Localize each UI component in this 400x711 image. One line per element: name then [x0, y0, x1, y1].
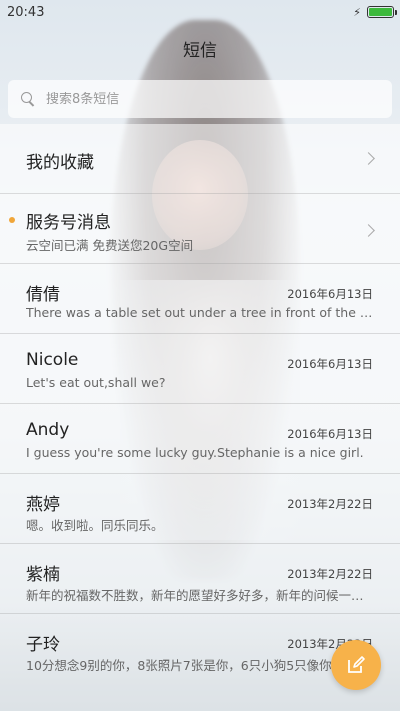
search-input[interactable]: [46, 91, 346, 107]
message-preview: I guess you're some lucky guy.Stephanie …: [26, 445, 364, 460]
contact-name: 倩倩: [26, 285, 60, 305]
list-item[interactable]: Andy 2016年6月13日 I guess you're some luck…: [0, 404, 400, 474]
message-date: 2016年6月13日: [287, 287, 373, 301]
favorites-item[interactable]: 我的收藏: [0, 124, 400, 194]
chevron-right-icon: [362, 152, 375, 165]
compose-button[interactable]: [331, 640, 381, 690]
list-item[interactable]: Nicole 2016年6月13日 Let's eat out,shall we…: [0, 334, 400, 404]
battery-icon: [367, 6, 397, 18]
contact-name: 燕婷: [26, 495, 60, 515]
contact-name: Nicole: [26, 350, 79, 370]
search-icon: [20, 91, 36, 107]
service-messages-preview: 云空间已满 免费送您20G空间: [26, 238, 194, 253]
status-bar: 20:43 ⚡: [0, 0, 400, 24]
unread-dot: [9, 217, 15, 223]
list-item[interactable]: 燕婷 2013年2月22日 嗯。收到啦。同乐同乐。: [0, 474, 400, 544]
favorites-label: 我的收藏: [26, 153, 94, 173]
service-messages-label: 服务号消息: [26, 213, 111, 233]
conversation-list: 我的收藏 服务号消息 云空间已满 免费送您20G空间 倩倩 2016年6月13日…: [0, 124, 400, 711]
contact-name: 子玲: [26, 635, 60, 655]
compose-icon: [346, 655, 366, 675]
battery-fill: [369, 8, 392, 16]
list-item[interactable]: 倩倩 2016年6月13日 There was a table set out …: [0, 264, 400, 334]
message-preview: There was a table set out under a tree i…: [26, 305, 374, 320]
search-bar[interactable]: [8, 80, 392, 118]
message-preview: Let's eat out,shall we?: [26, 375, 166, 390]
status-time: 20:43: [7, 4, 45, 20]
message-date: 2013年2月22日: [287, 497, 373, 511]
message-preview: 嗯。收到啦。同乐同乐。: [26, 518, 164, 533]
message-date: 2016年6月13日: [287, 357, 373, 371]
bolt-icon: ⚡: [353, 5, 361, 19]
contact-name: 紫楠: [26, 565, 60, 585]
message-date: 2013年2月22日: [287, 567, 373, 581]
list-item[interactable]: 紫楠 2013年2月22日 新年的祝福数不胜数，新年的愿望好多好多，新年的问候一…: [0, 544, 400, 614]
message-preview: 新年的祝福数不胜数，新年的愿望好多好多，新年的问候一条接一条: [26, 588, 374, 603]
page-title: 短信: [183, 41, 217, 61]
message-date: 2016年6月13日: [287, 427, 373, 441]
service-messages-item[interactable]: 服务号消息 云空间已满 免费送您20G空间: [0, 194, 400, 264]
contact-name: Andy: [26, 420, 70, 440]
message-preview: 10分想念9别的你，8张照片7张是你，6只小狗5只像你: [26, 658, 332, 673]
